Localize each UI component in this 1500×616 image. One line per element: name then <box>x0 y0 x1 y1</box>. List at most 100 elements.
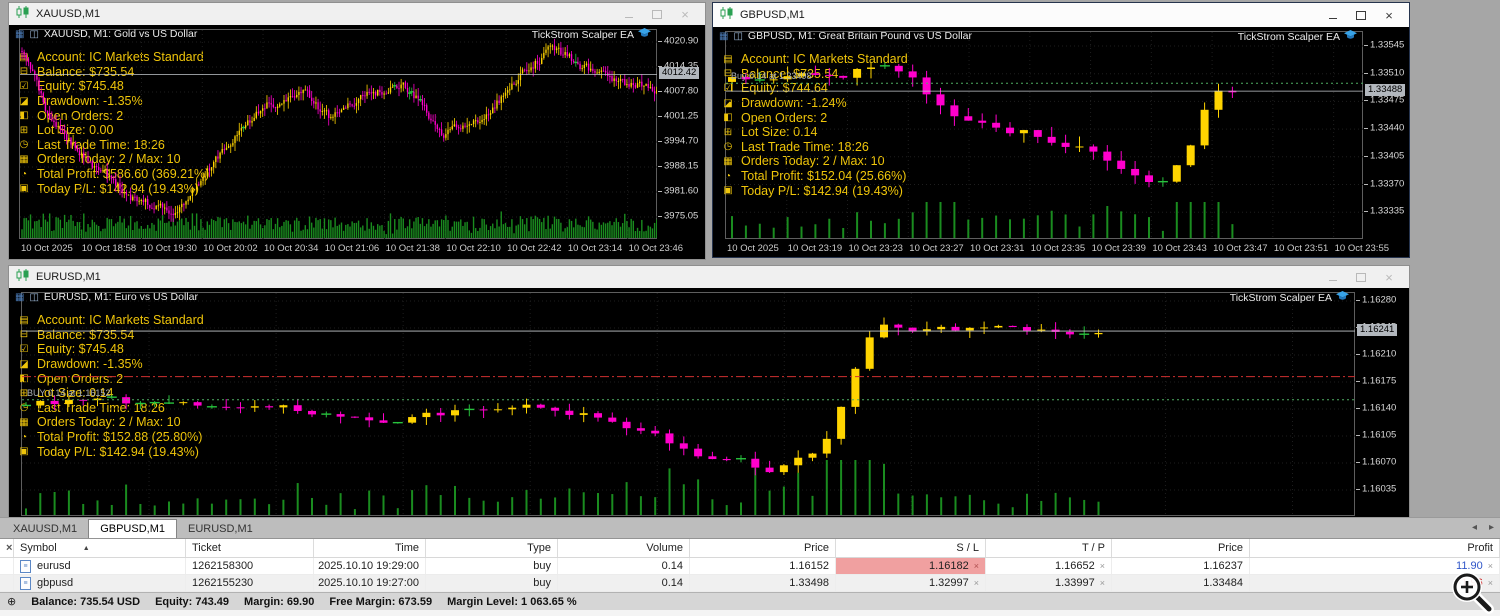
info-text: Drawdown: -1.35% <box>37 357 143 371</box>
window-titlebar[interactable]: XAUUSD,M1 × <box>9 3 705 25</box>
position-doc-icon: ≡ <box>20 560 31 573</box>
price-tick-label: 4020.90 <box>664 36 698 47</box>
chart-area-eurusd[interactable]: ▦ ◫ EURUSD, M1: Euro vs US Dollar TickSt… <box>9 288 1409 522</box>
info-text: Lot Size: 0.14 <box>741 125 817 139</box>
price-tick-label: 3975.05 <box>664 211 698 222</box>
column-header-tp[interactable]: T / P <box>986 539 1112 557</box>
time-tick-label: 10 Oct 23:55 <box>1335 243 1389 254</box>
maximize-button[interactable] <box>1347 269 1375 285</box>
column-header-price[interactable]: Price <box>1112 539 1250 557</box>
close-position-icon[interactable]: × <box>1488 561 1493 571</box>
info-text: Account: IC Markets Standard <box>741 52 908 66</box>
total-profit-icon: ◔ <box>18 169 30 180</box>
close-button[interactable]: × <box>671 6 699 22</box>
position-tp: 1.16652 <box>1055 560 1095 572</box>
position-row-eurusd[interactable]: ≡eurusd12621583002025.10.10 19:29:00buy0… <box>0 558 1500 575</box>
account-status-bar: ⊕ Balance: 735.54 USDEquity: 743.49Margi… <box>0 592 1500 610</box>
info-line: ◔Total Profit: $152.88 (25.80%) <box>18 430 204 445</box>
close-toolbox-icon[interactable]: × <box>6 542 12 554</box>
time-tick-label: 10 Oct 21:06 <box>325 243 379 254</box>
column-header-label: T / P <box>1082 542 1105 554</box>
column-header-profit[interactable]: Profit <box>1250 539 1500 557</box>
time-tick-label: 10 Oct 20:02 <box>203 243 257 254</box>
lot-size-icon: ⊞ <box>18 125 30 136</box>
time-tick-label: 10 Oct 22:42 <box>507 243 561 254</box>
chart-area-gbpusd[interactable]: ▦ ◫ GBPUSD, M1: Great Britain Pound vs U… <box>713 27 1409 257</box>
tab-gbpusd-m1[interactable]: GBPUSD,M1 <box>88 519 177 538</box>
candlestick-icon <box>719 6 734 24</box>
drawdown-icon: ◪ <box>18 359 30 370</box>
info-line: ☑Equity: $745.48 <box>18 342 204 357</box>
chart-area-xauusd[interactable]: ▦ ◫ XAUUSD, M1: Gold vs US Dollar TickSt… <box>9 25 705 259</box>
info-line: ◪Drawdown: -1.35% <box>18 94 209 109</box>
price-scale[interactable]: 4020.904014.354007.804001.253994.703988.… <box>658 29 704 239</box>
column-header-price[interactable]: Price <box>690 539 836 557</box>
remove-tp-icon[interactable]: × <box>1100 561 1105 571</box>
time-scale[interactable]: 10 Oct 202510 Oct 23:1910 Oct 23:2310 Oc… <box>725 243 1403 255</box>
column-header-label: Symbol <box>20 542 57 554</box>
tab-scroll-left-icon[interactable]: ◂ <box>1472 522 1477 533</box>
remove-tp-icon[interactable]: × <box>1100 578 1105 588</box>
ea-cap-icon <box>1336 291 1349 304</box>
time-tick-label: 10 Oct 23:43 <box>1152 243 1206 254</box>
time-tick-label: 10 Oct 18:58 <box>82 243 136 254</box>
ohlc-grid-icon: ▦ <box>15 29 24 40</box>
chart-window-gbpusd: GBPUSD,M1 × ▦ ◫ GBPUSD, M1: Great Britai… <box>712 2 1410 258</box>
column-header-symbol[interactable]: Symbol▲ <box>14 539 186 557</box>
ohlc-grid-icon: ▦ <box>719 31 728 42</box>
price-scale[interactable]: 1.162801.162451.162101.161751.161401.161… <box>1356 292 1408 516</box>
minimize-button[interactable] <box>615 6 643 22</box>
price-tick-mark <box>1356 489 1360 490</box>
remove-sl-icon[interactable]: × <box>974 561 979 571</box>
time-scale[interactable]: 10 Oct 202510 Oct 18:5810 Oct 19:3010 Oc… <box>19 243 697 255</box>
tab-scroll-right-icon[interactable]: ▸ <box>1489 522 1494 533</box>
info-line: ▤Account: IC Markets Standard <box>722 52 908 67</box>
column-header-label: Type <box>527 542 551 554</box>
maximize-button[interactable] <box>1347 7 1375 23</box>
column-header-ticket[interactable]: Ticket <box>186 539 314 557</box>
price-tick-label: 3988.15 <box>664 161 698 172</box>
close-button[interactable]: × <box>1375 7 1403 23</box>
position-time: 2025.10.10 19:27:00 <box>318 577 419 589</box>
position-time: 2025.10.10 19:29:00 <box>318 560 419 572</box>
price-scale[interactable]: 1.335451.335101.334751.334401.334051.333… <box>1364 31 1408 239</box>
column-header-sl[interactable]: S / L <box>836 539 986 557</box>
info-text: Today P/L: $142.94 (19.43%) <box>37 445 199 459</box>
window-titlebar[interactable]: EURUSD,M1 × <box>9 266 1409 288</box>
time-tick-label: 10 Oct 23:51 <box>1274 243 1328 254</box>
price-tick-label: 3994.70 <box>664 136 698 147</box>
time-tick-label: 10 Oct 19:30 <box>143 243 197 254</box>
ea-cap-icon <box>1344 30 1357 43</box>
close-button[interactable]: × <box>1375 269 1403 285</box>
tab-xauusd-m1[interactable]: XAUUSD,M1 <box>2 520 88 538</box>
position-row-gbpusd[interactable]: ≡gbpusd12621552302025.10.10 19:27:00buy0… <box>0 575 1500 592</box>
column-header-type[interactable]: Type <box>426 539 558 557</box>
info-text: Balance: $735.54 <box>37 65 134 79</box>
remove-sl-icon[interactable]: × <box>974 578 979 588</box>
last-trade-time-icon: ◷ <box>722 141 734 152</box>
status-item: Margin: 69.90 <box>244 596 314 608</box>
window-title: EURUSD,M1 <box>36 271 101 283</box>
current-price-badge: 1.33488 <box>1365 84 1405 96</box>
column-header-label: Price <box>804 542 829 554</box>
status-item: Balance: 735.54 USD <box>31 596 140 608</box>
minimize-button[interactable] <box>1319 7 1347 23</box>
window-titlebar[interactable]: GBPUSD,M1 × <box>713 3 1409 27</box>
chart-header: ▦ ◫ EURUSD, M1: Euro vs US Dollar <box>15 291 198 303</box>
info-text: Account: IC Markets Standard <box>37 313 204 327</box>
column-header-time[interactable]: Time <box>314 539 426 557</box>
maximize-button[interactable] <box>643 6 671 22</box>
info-line: ⊟ Balance: $735.54 <box>18 65 209 80</box>
info-line: ◧Open Orders: 2 <box>18 108 209 123</box>
info-line: ◔Total Profit: $152.04 (25.66%) <box>722 169 908 184</box>
balance-icon: ⊟ <box>18 66 30 77</box>
position-volume: 0.14 <box>662 577 683 589</box>
info-line: ▦Orders Today: 2 / Max: 10 <box>722 154 908 169</box>
position-open-price: 1.33498 <box>789 577 829 589</box>
info-text: Drawdown: -1.24% <box>741 96 847 110</box>
close-position-icon[interactable]: × <box>1488 578 1493 588</box>
ea-name: TickStrom Scalper EA <box>532 29 634 41</box>
minimize-button[interactable] <box>1319 269 1347 285</box>
column-header-volume[interactable]: Volume <box>558 539 690 557</box>
tab-eurusd-m1[interactable]: EURUSD,M1 <box>177 520 264 538</box>
